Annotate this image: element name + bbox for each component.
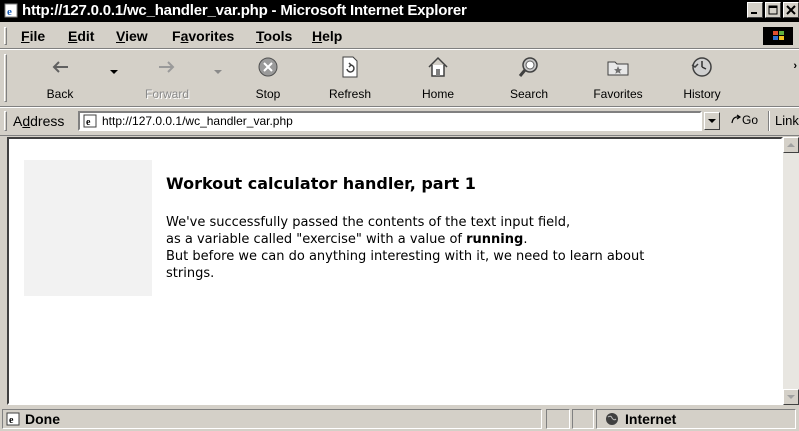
address-bar: Address e http://127.0.0.1/wc_handler_va…: [0, 107, 799, 136]
security-zone-panel[interactable]: Internet: [596, 409, 796, 429]
vertical-scrollbar[interactable]: [783, 137, 799, 405]
svg-text:e: e: [86, 117, 91, 128]
scroll-up-button[interactable]: [783, 137, 799, 153]
toolbar-separator: [768, 111, 770, 131]
page-done-icon: e: [6, 412, 20, 426]
status-panel-security: [572, 409, 594, 429]
back-dropdown-icon[interactable]: [110, 70, 118, 74]
ie-page-icon: e: [4, 3, 18, 18]
svg-text:e: e: [9, 415, 14, 426]
menu-file[interactable]: File: [21, 28, 45, 44]
maximize-icon: [768, 5, 778, 15]
page-paragraph: We've successfully passed the contents o…: [166, 214, 644, 282]
stop-icon: [258, 57, 278, 77]
menu-bar: File Edit View Favorites Tools Help: [0, 24, 799, 49]
paragraph-line-4: strings.: [166, 266, 215, 281]
history-icon: [691, 57, 712, 77]
address-input[interactable]: e http://127.0.0.1/wc_handler_var.php: [78, 111, 702, 131]
exercise-value: running: [466, 232, 524, 247]
menu-favorites[interactable]: Favorites: [172, 28, 234, 44]
menu-help[interactable]: Help: [312, 28, 342, 44]
page-heading: Workout calculator handler, part 1: [166, 174, 476, 193]
forward-button[interactable]: Forward: [134, 52, 200, 104]
sidebar-placeholder: [24, 160, 152, 296]
toolbar-grip[interactable]: [4, 54, 7, 102]
status-panel-progress: [546, 409, 570, 429]
window-title: http://127.0.0.1/wc_handler_var.php - Mi…: [22, 2, 467, 19]
windows-logo: [763, 27, 793, 45]
search-button[interactable]: Search: [500, 52, 558, 104]
menu-grip[interactable]: [4, 27, 7, 45]
favorites-button[interactable]: Favorites: [584, 52, 652, 104]
page-viewport: Workout calculator handler, part 1 We've…: [7, 137, 783, 405]
minimize-icon: [751, 12, 757, 14]
home-icon: [428, 56, 448, 77]
history-button[interactable]: History: [674, 52, 730, 104]
address-grip[interactable]: [4, 111, 7, 131]
home-button[interactable]: Home: [412, 52, 464, 104]
browser-window: e http://127.0.0.1/wc_handler_var.php - …: [0, 0, 799, 431]
refresh-icon: [342, 56, 358, 78]
go-button[interactable]: Go: [730, 113, 758, 127]
paragraph-line-2: as a variable called "exercise" with a v…: [166, 232, 528, 247]
close-icon: [786, 5, 796, 15]
minimize-button[interactable]: [747, 2, 763, 18]
back-button[interactable]: Back: [34, 52, 86, 104]
address-dropdown-button[interactable]: [704, 112, 720, 130]
scroll-down-button[interactable]: [783, 389, 799, 405]
svg-text:e: e: [7, 6, 12, 18]
forward-dropdown-icon[interactable]: [214, 70, 222, 74]
paragraph-line-3: But before we can do anything interestin…: [166, 249, 645, 264]
title-bar[interactable]: e http://127.0.0.1/wc_handler_var.php - …: [0, 0, 799, 22]
back-arrow-icon: [52, 61, 68, 73]
internet-globe-icon: [606, 413, 618, 425]
menu-edit[interactable]: Edit: [68, 28, 94, 44]
status-bar: e Done Internet: [0, 407, 799, 431]
go-arrow-icon: [731, 114, 742, 124]
refresh-button[interactable]: Refresh: [318, 52, 382, 104]
address-label: Address: [13, 113, 65, 129]
links-button[interactable]: Links: [775, 113, 799, 128]
menu-view[interactable]: View: [116, 28, 148, 44]
close-button[interactable]: [783, 2, 799, 18]
status-text-panel: e Done: [2, 409, 542, 429]
paragraph-line-1: We've successfully passed the contents o…: [166, 215, 571, 230]
search-icon: [518, 57, 538, 77]
forward-arrow-icon: [159, 61, 175, 73]
favorites-folder-icon: [607, 61, 629, 76]
menu-tools[interactable]: Tools: [256, 28, 292, 44]
page-icon: e: [83, 114, 97, 128]
stop-button[interactable]: Stop: [242, 52, 294, 104]
maximize-button[interactable]: [765, 2, 781, 18]
toolbar-overflow-icon[interactable]: ›: [793, 60, 797, 72]
standard-toolbar: Back Forward Stop Refresh Home Search Fa…: [0, 49, 799, 107]
windows-flag-icon: [773, 31, 784, 40]
